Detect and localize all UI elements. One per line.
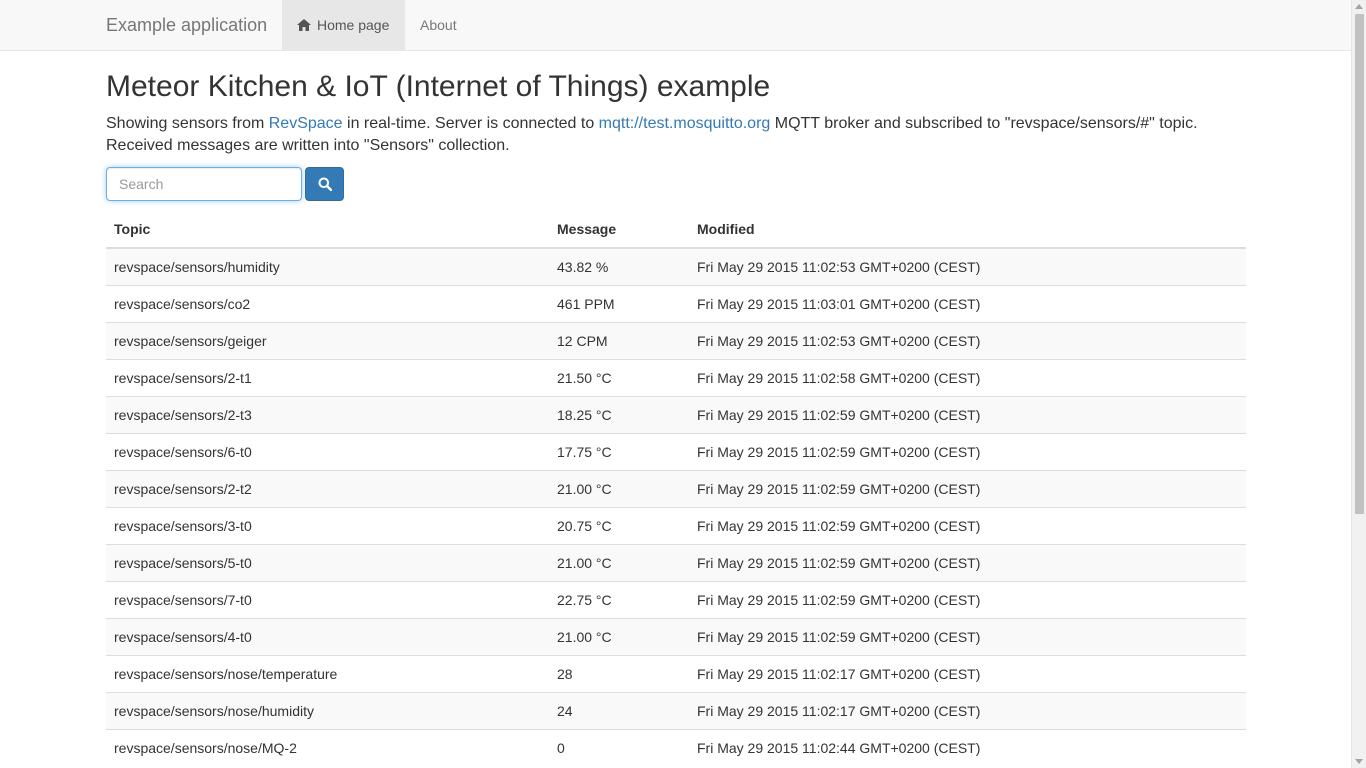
cell-message: 21.00 °C xyxy=(549,469,689,507)
nav-home-label: Home page xyxy=(317,17,390,33)
table-row[interactable]: revspace/sensors/7-t0 22.75 °C Fri May 29 … xyxy=(106,580,1246,618)
table-body: revspace/sensors/humidity 43.82 % Fri May … xyxy=(106,247,1246,766)
page-description: Showing sensors from RevSpace in real-ti… xyxy=(106,113,1246,157)
cell-message: 28 xyxy=(549,654,689,692)
scroll-thumb[interactable] xyxy=(1355,14,1364,514)
cell-topic: revspace/sensors/2-t3 xyxy=(106,395,549,433)
table-row[interactable]: revspace/sensors/2-t2 21.00 °C Fri May 29 … xyxy=(106,469,1246,507)
table-row[interactable]: revspace/sensors/4-t0 21.00 °C Fri May 29 … xyxy=(106,617,1246,655)
cell-topic: revspace/sensors/2-t1 xyxy=(106,358,549,396)
cell-modified: Fri May 29 2015 11:02:59 GMT+0200 (CEST) xyxy=(689,617,1246,655)
cell-modified: Fri May 29 2015 11:02:59 GMT+0200 (CEST) xyxy=(689,469,1246,507)
table-row[interactable]: revspace/sensors/6-t0 17.75 °C Fri May 29 … xyxy=(106,432,1246,470)
cell-topic: revspace/sensors/nose/MQ-2 xyxy=(106,728,549,766)
mqtt-broker-link[interactable]: mqtt://test.mosquitto.org xyxy=(599,115,771,132)
vertical-scrollbar[interactable] xyxy=(1351,0,1366,768)
cell-modified: Fri May 29 2015 11:03:01 GMT+0200 (CEST) xyxy=(689,284,1246,322)
nav-about[interactable]: About xyxy=(405,0,472,50)
cell-topic: revspace/sensors/nose/temperature xyxy=(106,654,549,692)
search-button[interactable] xyxy=(305,167,344,201)
cell-modified: Fri May 29 2015 11:02:59 GMT+0200 (CEST) xyxy=(689,395,1246,433)
sensors-table: Topic Message Modified revspace/sensors/… xyxy=(106,210,1246,766)
cell-message: 18.25 °C xyxy=(549,395,689,433)
header-modified[interactable]: Modified xyxy=(689,210,1246,249)
cell-message: 21.50 °C xyxy=(549,358,689,396)
cell-topic: revspace/sensors/4-t0 xyxy=(106,617,549,655)
table-row[interactable]: revspace/sensors/3-t0 20.75 °C Fri May 29 … xyxy=(106,506,1246,544)
home-icon xyxy=(297,19,311,31)
table-row[interactable]: revspace/sensors/2-t1 21.50 °C Fri May 29 … xyxy=(106,358,1246,396)
cell-topic: revspace/sensors/5-t0 xyxy=(106,543,549,581)
cell-message: 17.75 °C xyxy=(549,432,689,470)
cell-message: 21.00 °C xyxy=(549,543,689,581)
cell-modified: Fri May 29 2015 11:02:59 GMT+0200 (CEST) xyxy=(689,506,1246,544)
cell-topic: revspace/sensors/3-t0 xyxy=(106,506,549,544)
cell-topic: revspace/sensors/7-t0 xyxy=(106,580,549,618)
cell-topic: revspace/sensors/6-t0 xyxy=(106,432,549,470)
table-row[interactable]: revspace/sensors/2-t3 18.25 °C Fri May 29 … xyxy=(106,395,1246,433)
desc-text-2: in real-time. Server is connected to xyxy=(342,115,599,132)
cell-topic: revspace/sensors/2-t2 xyxy=(106,469,549,507)
cell-modified: Fri May 29 2015 11:02:44 GMT+0200 (CEST) xyxy=(689,728,1246,766)
cell-topic: revspace/sensors/humidity xyxy=(106,247,549,285)
scroll-down-arrow-icon[interactable] xyxy=(1355,759,1363,764)
revspace-link[interactable]: RevSpace xyxy=(269,115,343,132)
cell-message: 20.75 °C xyxy=(549,506,689,544)
cell-topic: revspace/sensors/geiger xyxy=(106,321,549,359)
table-row[interactable]: revspace/sensors/humidity 43.82 % Fri May … xyxy=(106,247,1246,285)
nav-home-page[interactable]: Home page xyxy=(282,0,405,50)
table-header-row: Topic Message Modified xyxy=(106,210,1246,249)
cell-modified: Fri May 29 2015 11:02:58 GMT+0200 (CEST) xyxy=(689,358,1246,396)
cell-modified: Fri May 29 2015 11:02:59 GMT+0200 (CEST) xyxy=(689,432,1246,470)
cell-message: 22.75 °C xyxy=(549,580,689,618)
sensors-table-container: Topic Message Modified revspace/sensors/… xyxy=(106,210,1246,766)
scroll-up-arrow-icon[interactable] xyxy=(1355,4,1363,9)
table-row[interactable]: revspace/sensors/nose/MQ-2 0 Fri May 29 20… xyxy=(106,728,1246,766)
cell-message: 12 CPM xyxy=(549,321,689,359)
cell-topic: revspace/sensors/co2 xyxy=(106,284,549,322)
cell-modified: Fri May 29 2015 11:02:59 GMT+0200 (CEST) xyxy=(689,543,1246,581)
cell-modified: Fri May 29 2015 11:02:17 GMT+0200 (CEST) xyxy=(689,691,1246,729)
cell-modified: Fri May 29 2015 11:02:53 GMT+0200 (CEST) xyxy=(689,247,1246,285)
search-icon xyxy=(318,177,332,191)
table-row[interactable]: revspace/sensors/5-t0 21.00 °C Fri May 29 … xyxy=(106,543,1246,581)
cell-message: 0 xyxy=(549,728,689,766)
search-input[interactable] xyxy=(106,167,302,201)
cell-modified: Fri May 29 2015 11:02:59 GMT+0200 (CEST) xyxy=(689,580,1246,618)
page-title: Meteor Kitchen & IoT (Internet of Things… xyxy=(106,70,771,103)
navbar: Example application Home page About xyxy=(0,0,1351,51)
cell-message: 24 xyxy=(549,691,689,729)
cell-modified: Fri May 29 2015 11:02:17 GMT+0200 (CEST) xyxy=(689,654,1246,692)
header-topic[interactable]: Topic xyxy=(106,210,549,249)
table-row[interactable]: revspace/sensors/co2 461 PPM Fri May 29 20… xyxy=(106,284,1246,322)
cell-message: 43.82 % xyxy=(549,247,689,285)
cell-message: 461 PPM xyxy=(549,284,689,322)
table-row[interactable]: revspace/sensors/geiger 12 CPM Fri May 29 … xyxy=(106,321,1246,359)
cell-topic: revspace/sensors/nose/humidity xyxy=(106,691,549,729)
table-row[interactable]: revspace/sensors/nose/temperature 28 Fri M… xyxy=(106,654,1246,692)
cell-message: 21.00 °C xyxy=(549,617,689,655)
table-row[interactable]: revspace/sensors/nose/humidity 24 Fri May … xyxy=(106,691,1246,729)
header-message[interactable]: Message xyxy=(549,210,689,249)
desc-text-1: Showing sensors from xyxy=(106,115,269,132)
cell-modified: Fri May 29 2015 11:02:53 GMT+0200 (CEST) xyxy=(689,321,1246,359)
navbar-brand[interactable]: Example application xyxy=(106,0,267,50)
